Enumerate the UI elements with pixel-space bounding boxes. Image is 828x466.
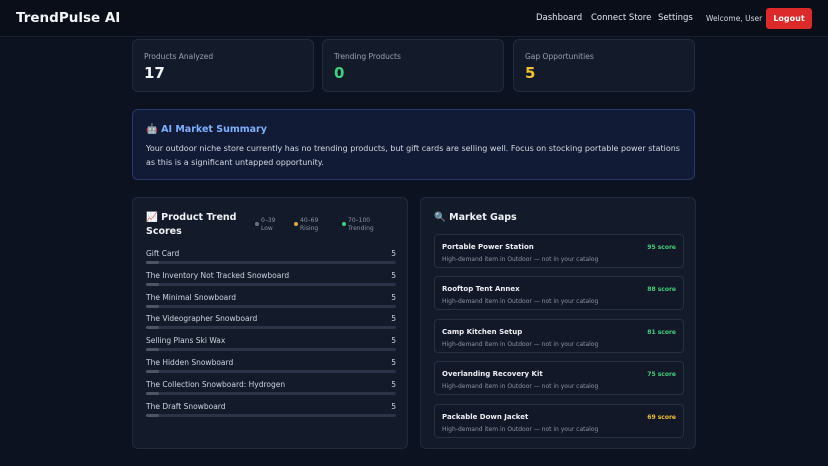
gap-description: High-demand item in Outdoor — not in you…	[442, 340, 599, 348]
brand-logo[interactable]: TrendPulse AI	[16, 10, 120, 26]
trend-product-name: The Videographer Snowboard	[146, 314, 258, 324]
legend-dot-rising	[294, 222, 298, 226]
trend-row: The Inventory Not Tracked Snowboard 5	[146, 271, 396, 287]
gap-name: Overlanding Recovery Kit	[442, 370, 543, 379]
trend-row: The Videographer Snowboard 5	[146, 314, 396, 330]
trend-product-name: The Hidden Snowboard	[146, 358, 234, 367]
top-navbar: TrendPulse AI Dashboard Connect Store Se…	[0, 0, 828, 37]
summary-text: Your outdoor niche store currently has n…	[146, 144, 680, 167]
legend-dot-trending	[342, 222, 346, 226]
trend-product-name: Selling Plans Ski Wax	[146, 336, 226, 346]
gap-name: Packable Down Jacket	[442, 412, 529, 421]
trend-score: 5	[391, 379, 396, 389]
gap-name: Rooftop Tent Annex	[442, 285, 520, 294]
stat-value: 17	[144, 64, 165, 82]
legend-item-trending: 70–100 Trending	[348, 217, 374, 232]
trend-product-name: The Minimal Snowboard	[146, 292, 236, 302]
trend-product-name: Gift Card	[146, 249, 180, 258]
gap-score: 88 score	[647, 286, 676, 294]
stat-card-gap-opportunities: Gap Opportunities 5	[513, 39, 695, 92]
gap-description: High-demand item in Outdoor — not in you…	[442, 298, 599, 306]
stat-card-products-analyzed: Products Analyzed 17	[132, 39, 314, 92]
stat-label: Trending Products	[334, 52, 401, 61]
trend-bar-fill	[146, 370, 159, 373]
trend-bar-fill	[146, 348, 159, 352]
trend-bar-track	[146, 326, 396, 330]
legend-dot-low	[255, 222, 259, 226]
nav-dashboard[interactable]: Dashboard	[536, 13, 582, 23]
trend-score: 5	[391, 336, 396, 346]
market-gap-item[interactable]: Overlanding Recovery Kit 75 score High-dem…	[434, 361, 684, 396]
gap-score: 81 score	[647, 328, 676, 336]
nav-settings[interactable]: Settings	[658, 13, 693, 23]
trend-bar-fill	[146, 326, 159, 330]
legend-item-low: 0–39 Low	[261, 217, 276, 232]
trend-row: The Minimal Snowboard 5	[146, 293, 396, 309]
product-trend-panel: 📈 Product Trend Scores 0–39 Low 40–69 Risi…	[132, 197, 408, 449]
trend-bar-fill	[146, 304, 159, 308]
gap-score: 95 score	[647, 244, 676, 251]
trend-score: 5	[391, 314, 396, 324]
summary-title: 🤖 AI Market Summary	[146, 124, 267, 135]
stat-label: Products Analyzed	[144, 52, 214, 61]
gap-score: 75 score	[647, 371, 676, 379]
trend-row: The Hidden Snowboard 5	[146, 358, 396, 374]
trend-bar-track	[146, 282, 396, 286]
gap-description: High-demand item in Outdoor — not in you…	[442, 256, 599, 263]
trend-bar-track	[146, 370, 396, 373]
gap-description: High-demand item in Outdoor — not in you…	[442, 425, 599, 433]
trend-row: Gift Card 5	[146, 249, 396, 265]
logout-button[interactable]: Logout	[766, 8, 812, 29]
market-gap-item[interactable]: Camp Kitchen Setup 81 score High-demand it…	[434, 318, 684, 353]
market-gaps-panel: 🔍 Market Gaps Portable Power Station 95 s…	[420, 197, 696, 449]
trend-bar-track	[146, 304, 396, 308]
legend-item-rising: 40–69 Rising	[300, 217, 319, 232]
panel-title: 🔍 Market Gaps	[434, 212, 517, 223]
gap-name: Portable Power Station	[442, 243, 534, 251]
stat-value: 5	[525, 64, 536, 82]
gap-description: High-demand item in Outdoor — not in you…	[442, 383, 599, 391]
trend-score: 5	[391, 358, 396, 367]
market-gap-item[interactable]: Portable Power Station 95 score High-deman…	[434, 234, 684, 268]
trend-row: Selling Plans Ski Wax 5	[146, 336, 396, 352]
trend-row: The Draft Snowboard 5	[146, 402, 396, 418]
trend-product-name: The Draft Snowboard	[146, 401, 226, 411]
trend-bar-track	[146, 413, 396, 417]
trend-score: 5	[391, 270, 396, 280]
gap-name: Camp Kitchen Setup	[442, 327, 523, 336]
trend-score: 5	[391, 401, 396, 411]
stat-card-trending-products: Trending Products 0	[322, 39, 504, 92]
trend-bar-fill	[146, 282, 159, 286]
stat-label: Gap Opportunities	[525, 52, 594, 61]
trend-bar-fill	[146, 391, 159, 395]
ai-market-summary: 🤖 AI Market Summary Your outdoor niche s…	[132, 109, 695, 180]
trend-bar-track	[146, 348, 396, 352]
trend-score: 5	[391, 249, 396, 258]
panel-title: 📈 Product Trend Scores	[146, 212, 237, 237]
trend-row: The Collection Snowboard: Hydrogen 5	[146, 380, 396, 396]
trend-bar-track	[146, 391, 396, 395]
trend-bar-fill	[146, 413, 159, 417]
welcome-text: Welcome, User	[706, 14, 763, 23]
trend-product-name: The Inventory Not Tracked Snowboard	[146, 270, 290, 280]
stat-value: 0	[334, 64, 345, 82]
trend-bar-fill	[146, 261, 159, 264]
market-gap-item[interactable]: Rooftop Tent Annex 88 score High-demand it…	[434, 276, 684, 311]
trend-score: 5	[391, 292, 396, 302]
trend-product-name: The Collection Snowboard: Hydrogen	[146, 379, 286, 389]
nav-connect-store[interactable]: Connect Store	[591, 13, 651, 23]
trend-bar-track	[146, 261, 396, 264]
gap-score: 69 score	[647, 413, 676, 421]
market-gap-item[interactable]: Packable Down Jacket 69 score High-demand …	[434, 403, 684, 438]
